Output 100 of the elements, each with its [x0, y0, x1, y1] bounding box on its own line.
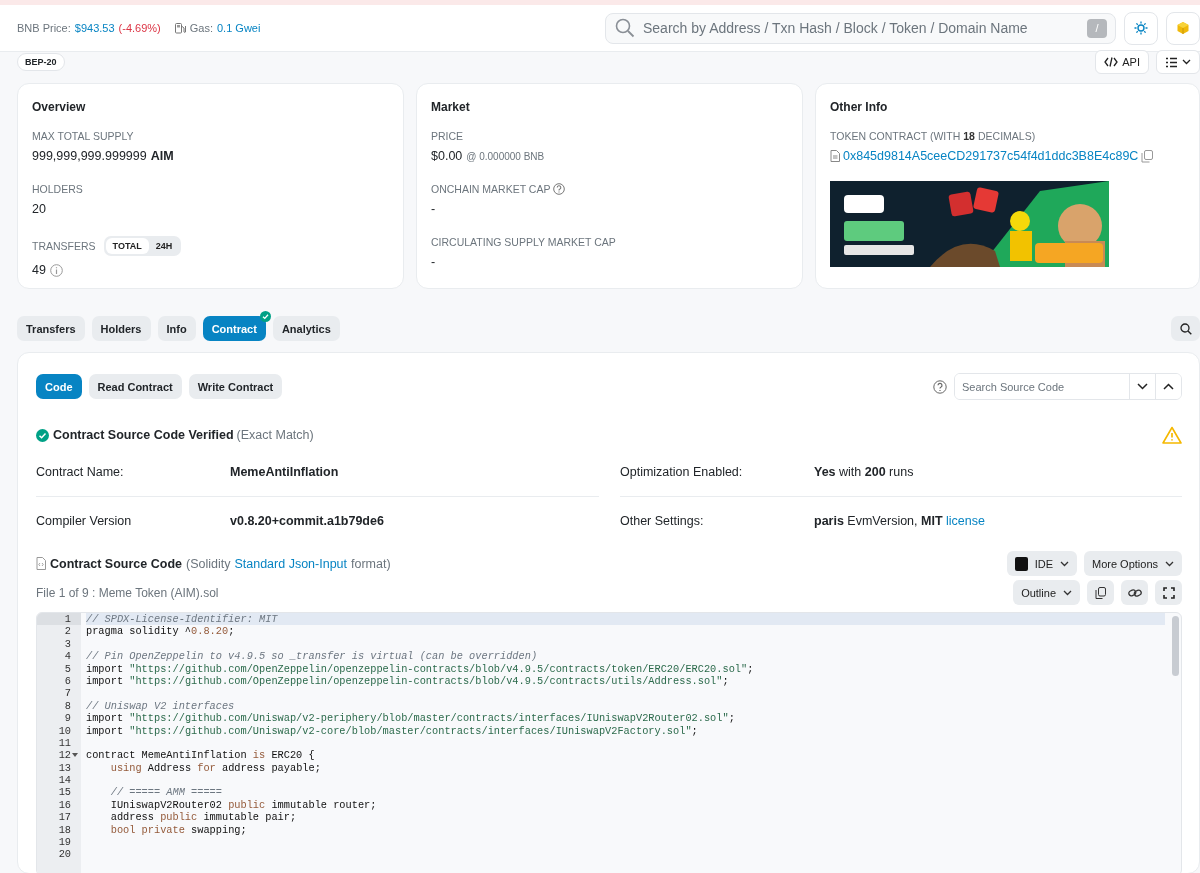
- code-line: import "https://github.com/Uniswap/v2-periphery/blob/master/contracts/interfaces/IUniswapV2Router02.sol";: [86, 712, 735, 725]
- field-label: TOKEN CONTRACT (WITH 18 DECIMALS): [830, 130, 1037, 142]
- copy-icon: [1141, 149, 1154, 163]
- price-value[interactable]: $943.53: [74, 22, 115, 34]
- previous-match-button[interactable]: [1155, 374, 1181, 399]
- link-button[interactable]: [1121, 580, 1148, 605]
- tab[interactable]: Info: [157, 316, 196, 341]
- code-line: contract MemeAntiInflation is ERC20 {: [86, 749, 315, 762]
- transfers-value: 49: [32, 263, 46, 277]
- holders-value: 20: [32, 202, 47, 216]
- section-title: Contract Source Code: [50, 556, 182, 571]
- fold-caret-icon: [72, 753, 78, 758]
- outline-button[interactable]: Outline: [1013, 580, 1080, 605]
- code-line: // SPDX-License-Identifier: MIT: [86, 613, 278, 625]
- sun-icon: [1134, 21, 1148, 35]
- line-number: 14: [58, 774, 71, 787]
- contract-address-link[interactable]: 0x845d9814A5ceeCD291737c54f4d1ddc3B8E4c89C: [843, 149, 1139, 163]
- line-number: 10: [58, 724, 71, 737]
- field-label: MAX TOTAL SUPPLY: [32, 130, 135, 142]
- detail-label: Compiler Version: [36, 514, 133, 528]
- tab[interactable]: Transfers: [17, 316, 85, 341]
- gas-pump-icon: [173, 22, 186, 34]
- toggle-option[interactable]: TOTAL: [105, 238, 149, 254]
- field-label: HOLDERS: [32, 183, 84, 195]
- detail-label: Optimization Enabled:: [620, 465, 744, 479]
- search-icon: [1179, 322, 1192, 335]
- price-change: (-4.69%): [118, 22, 161, 34]
- field-label: CIRCULATING SUPPLY MARKET CAP: [431, 236, 617, 248]
- tab[interactable]: Contract: [202, 316, 266, 341]
- ide-button[interactable]: IDE: [1006, 551, 1077, 576]
- format-link[interactable]: Standard Json-Input: [234, 556, 347, 571]
- verified-note: (Exact Match): [236, 428, 314, 442]
- code-line: import "https://github.com/Uniswap/v2-core/blob/master/contracts/interfaces/IUniswapV2Factory.sol";: [86, 724, 698, 737]
- format-note: (Solidity: [185, 556, 231, 571]
- code-icon: [1104, 57, 1119, 67]
- detail-label: Contract Name:: [36, 465, 125, 479]
- subtab[interactable]: Write Contract: [188, 374, 283, 399]
- card-title: Overview: [32, 100, 87, 114]
- line-number: 6: [64, 674, 71, 688]
- subtab[interactable]: Code: [36, 374, 82, 399]
- list-menu-button[interactable]: [1156, 50, 1200, 74]
- expand-icon: [1162, 586, 1175, 599]
- line-number: 2: [64, 625, 71, 638]
- detail-value: MemeAntiInflation: [230, 465, 339, 479]
- caret-icon: [1182, 59, 1191, 65]
- code-line: using Address for address payable;: [109, 761, 321, 774]
- detail-value: paris EvmVersion, MIT: [814, 514, 943, 528]
- caret-icon: [1165, 560, 1174, 567]
- line-number: 12: [58, 749, 71, 762]
- field-label: ONCHAIN MARKET CAP: [431, 183, 551, 195]
- search-button[interactable]: [1171, 316, 1200, 341]
- price-in-bnb: @ 0.000000 BNB: [466, 150, 545, 162]
- theme-button[interactable]: [1124, 11, 1158, 45]
- code-line: import "https://github.com/OpenZeppelin/openzeppelin-contracts/blob/v4.9.5/contracts/token/ERC20/ERC20.sol";: [86, 662, 754, 675]
- subtab[interactable]: Read Contract: [88, 374, 182, 399]
- verified-title: Contract Source Code Verified: [53, 428, 234, 442]
- toggle-option[interactable]: 24H: [148, 238, 180, 254]
- detail-value: v0.8.20+commit.a1b79de6: [230, 514, 384, 528]
- license-link[interactable]: license: [946, 514, 985, 528]
- document-icon: [830, 150, 840, 162]
- detail-value: Yes with 200 runs: [814, 465, 914, 479]
- more-options-button[interactable]: More Options: [1083, 551, 1182, 576]
- chevron-down-icon: [1137, 383, 1148, 390]
- token-symbol: AIM: [150, 149, 174, 163]
- link-icon: [1127, 587, 1142, 598]
- line-number: 4: [64, 650, 71, 663]
- format-note: format): [351, 556, 391, 571]
- tab[interactable]: Analytics: [272, 316, 340, 341]
- line-number: 13: [58, 761, 71, 775]
- line-number: 9: [64, 712, 71, 725]
- code-line: bool private swapping;: [109, 823, 247, 836]
- search-icon: [615, 18, 635, 38]
- source-search-field[interactable]: Search Source Code: [954, 373, 1182, 400]
- line-number: 1: [64, 613, 71, 626]
- code-line: IUniswapV2Router02 public immutable router;: [109, 798, 377, 811]
- help-icon: [553, 183, 566, 195]
- field-label: PRICE: [431, 130, 465, 142]
- price-value: $0.00: [431, 149, 463, 163]
- line-number: 11: [58, 736, 71, 750]
- line-number: 19: [58, 836, 71, 849]
- list-icon: [1165, 56, 1178, 68]
- price-label: BNB Price:: [17, 22, 71, 34]
- file-code-icon: [36, 557, 46, 570]
- line-number: 15: [58, 786, 71, 799]
- tab[interactable]: Holders: [91, 316, 151, 341]
- gas-value[interactable]: 0.1 Gwei: [217, 22, 261, 34]
- code-line: import "https://github.com/OpenZeppelin/openzeppelin-contracts/blob/v4.9.5/contracts/utils/Address.sol";: [86, 674, 729, 687]
- code-line: pragma solidity ^0.8.20;: [86, 625, 235, 638]
- card-title: Other Info: [830, 100, 889, 114]
- line-number: 3: [64, 637, 71, 651]
- check-circle-icon: [36, 428, 49, 442]
- scrollbar-thumb[interactable]: [1171, 616, 1179, 676]
- code-line: address public immutable pair;: [109, 811, 297, 824]
- caret-icon: [1063, 589, 1072, 596]
- line-number: 7: [64, 687, 71, 700]
- token-standard-badge: BEP-20: [17, 53, 65, 71]
- api-button[interactable]: API: [1095, 50, 1149, 74]
- copy-button[interactable]: [1087, 580, 1114, 605]
- line-number: 16: [58, 798, 71, 812]
- fullscreen-button[interactable]: [1155, 580, 1182, 605]
